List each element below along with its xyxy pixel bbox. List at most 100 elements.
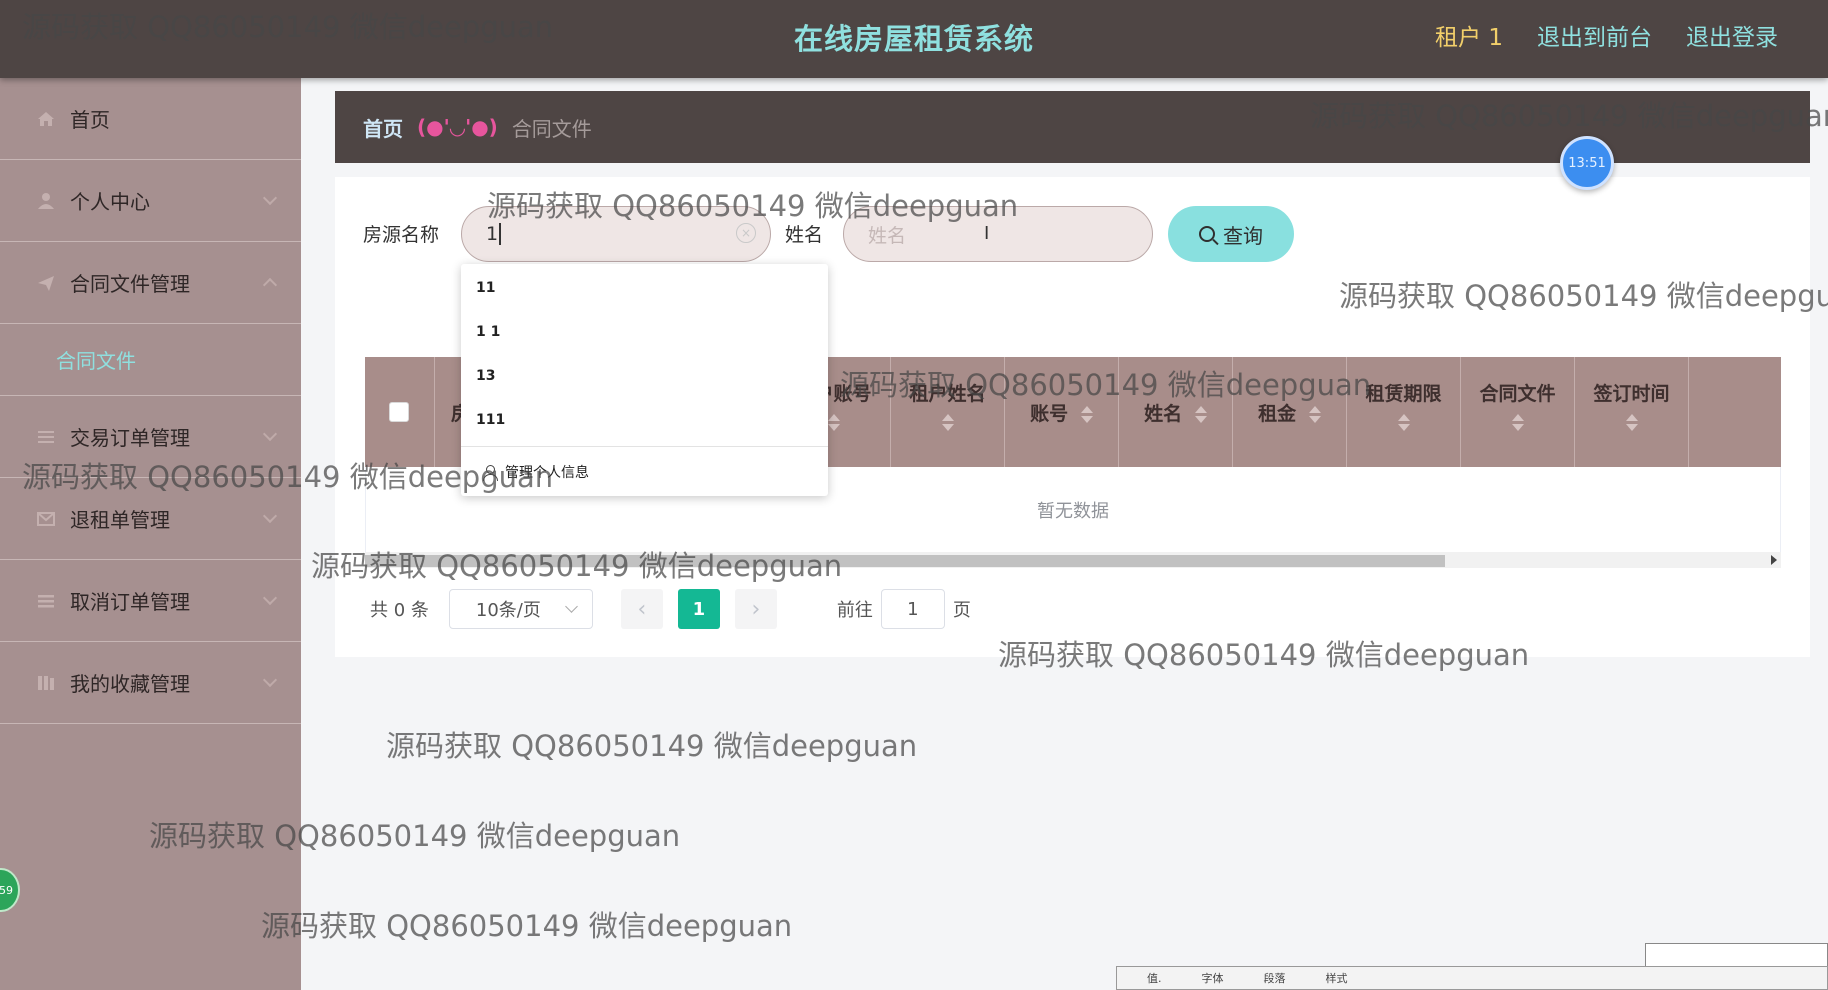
prev-page-button[interactable]: ‹ — [620, 589, 663, 629]
menu-icon — [34, 589, 58, 613]
watermark: 源码获取 QQ86050149 微信deepguan — [261, 909, 793, 943]
search-button-label: 查询 — [1223, 223, 1263, 248]
total-count: 共 0 条 — [370, 600, 429, 621]
chevron-right-icon: › — [751, 596, 761, 622]
collection-icon — [34, 671, 58, 695]
column-header[interactable]: 租金 — [1233, 357, 1347, 467]
pagination: 共 0 条 10条/页 ‹ 1 › 前往 1 页 — [370, 589, 971, 629]
search-icon — [1199, 226, 1215, 242]
column-header[interactable]: 账号 — [1005, 357, 1119, 467]
search-button[interactable]: 查询 — [1168, 206, 1294, 262]
manage-personal-info-option[interactable]: 管理个人信息 — [461, 447, 828, 497]
breadcrumb-emoticon: (●'◡'●) — [417, 115, 498, 139]
back-to-front-link[interactable]: 退出到前台 — [1537, 18, 1652, 52]
chevron-down-icon — [262, 508, 278, 524]
sort-icon[interactable] — [1308, 406, 1321, 423]
clear-icon[interactable]: × — [736, 223, 756, 243]
taskbar-label: 样式 — [1325, 972, 1348, 985]
user-icon — [34, 189, 58, 213]
chevron-down-icon — [262, 190, 278, 206]
ibeam-cursor-icon: I — [984, 223, 990, 244]
sidebar: 首页 个人中心 合同文件管理 合同文件 交易订单管理 退租单管理 取消订单管理 — [0, 78, 301, 990]
page-number-button[interactable]: 1 — [677, 589, 720, 629]
column-header[interactable]: 租户姓名 — [891, 357, 1005, 467]
sort-icon[interactable] — [827, 414, 840, 431]
taskbar-label: 值. — [1147, 972, 1162, 985]
sidebar-item-moveout[interactable]: 退租单管理 — [0, 478, 301, 560]
sidebar-item-label: 取消订单管理 — [70, 590, 190, 614]
chevron-down-icon — [262, 590, 278, 606]
chevron-down-icon — [262, 672, 278, 688]
person-key-icon — [483, 465, 498, 481]
sidebar-item-label: 首页 — [70, 108, 110, 132]
sidebar-item-label: 我的收藏管理 — [70, 672, 190, 696]
watermark: 源码获取 QQ86050149 微信deepguan — [386, 729, 918, 763]
header-links: 租户 1 退出到前台 退出登录 — [1435, 18, 1778, 52]
autocomplete-option[interactable]: 11 — [461, 266, 828, 310]
taskbar-fragment: 值. 字体 段落 样式 — [1116, 966, 1828, 990]
sort-icon[interactable] — [1080, 406, 1093, 423]
sort-icon[interactable] — [1194, 406, 1207, 423]
sidebar-subitem-contract-files[interactable]: 合同文件 — [0, 324, 301, 396]
sort-icon[interactable] — [941, 414, 954, 431]
sidebar-item-label: 退租单管理 — [70, 508, 170, 532]
goto-page-input[interactable]: 1 — [880, 589, 945, 629]
next-page-button[interactable]: › — [734, 589, 777, 629]
sidebar-item-cancel-orders[interactable]: 取消订单管理 — [0, 560, 301, 642]
empty-text: 暂无数据 — [1037, 501, 1109, 522]
sidebar-item-home[interactable]: 首页 — [0, 78, 301, 160]
mail-icon — [34, 507, 58, 531]
name-label: 姓名 — [785, 224, 824, 246]
sidebar-item-orders[interactable]: 交易订单管理 — [0, 396, 301, 478]
clock-badge: 13:51 — [1560, 136, 1614, 190]
house-name-label: 房源名称 — [363, 224, 440, 246]
column-header[interactable]: 合同文件 — [1461, 357, 1575, 467]
sidebar-item-profile[interactable]: 个人中心 — [0, 160, 301, 242]
scroll-right-arrow-icon[interactable] — [1771, 555, 1777, 565]
taskbar-label: 字体 — [1201, 972, 1224, 985]
chevron-down-icon — [262, 426, 278, 442]
house-name-input[interactable]: 1 × — [461, 206, 771, 262]
goto-label: 前往 — [836, 600, 873, 621]
horizontal-scrollbar[interactable] — [365, 552, 1781, 568]
scrollbar-thumb[interactable] — [365, 555, 1445, 567]
top-header: 在线房屋租赁系统 租户 1 退出到前台 退出登录 — [0, 0, 1828, 78]
page-size-select[interactable]: 10条/页 — [448, 589, 593, 629]
taskbar-label: 段落 — [1263, 972, 1286, 985]
column-header[interactable]: 租赁期限 — [1347, 357, 1461, 467]
sidebar-item-label: 交易订单管理 — [70, 426, 190, 450]
home-icon — [34, 107, 58, 131]
sidebar-item-contracts[interactable]: 合同文件管理 — [0, 242, 301, 324]
page-suffix: 页 — [952, 600, 971, 621]
autocomplete-option[interactable]: 13 — [461, 354, 828, 398]
column-header[interactable]: 姓名 — [1119, 357, 1233, 467]
sidebar-item-label: 合同文件管理 — [70, 272, 190, 296]
sort-icon[interactable] — [1397, 414, 1410, 431]
sidebar-item-label: 个人中心 — [70, 190, 150, 214]
chevron-left-icon: ‹ — [637, 596, 647, 622]
logout-link[interactable]: 退出登录 — [1686, 18, 1778, 52]
chevron-down-icon — [565, 600, 578, 613]
chevron-up-icon — [262, 277, 278, 293]
window-fragment — [1645, 943, 1828, 967]
page-size-value: 10条/页 — [475, 600, 541, 621]
current-user-link[interactable]: 租户 1 — [1435, 18, 1503, 52]
select-all-cell — [365, 357, 435, 467]
autocomplete-option[interactable]: 111 — [461, 398, 828, 442]
name-input[interactable]: 姓名 I — [843, 206, 1153, 262]
sort-icon[interactable] — [1511, 414, 1524, 431]
house-name-value: 1 — [486, 223, 499, 245]
text-caret — [499, 223, 501, 245]
breadcrumb-home[interactable]: 首页 — [363, 113, 403, 142]
sort-icon[interactable] — [1625, 414, 1638, 431]
send-icon — [34, 271, 58, 295]
manage-label: 管理个人信息 — [505, 465, 589, 481]
column-header[interactable]: 签订时间 — [1575, 357, 1689, 467]
autocomplete-dropdown: 11 1 1 13 111 管理个人信息 — [461, 264, 828, 496]
select-all-checkbox[interactable] — [389, 402, 409, 422]
sidebar-item-favorites[interactable]: 我的收藏管理 — [0, 642, 301, 724]
list-icon — [34, 425, 58, 449]
breadcrumb-current: 合同文件 — [511, 116, 592, 141]
name-placeholder: 姓名 — [868, 224, 907, 247]
autocomplete-option[interactable]: 1 1 — [461, 310, 828, 354]
